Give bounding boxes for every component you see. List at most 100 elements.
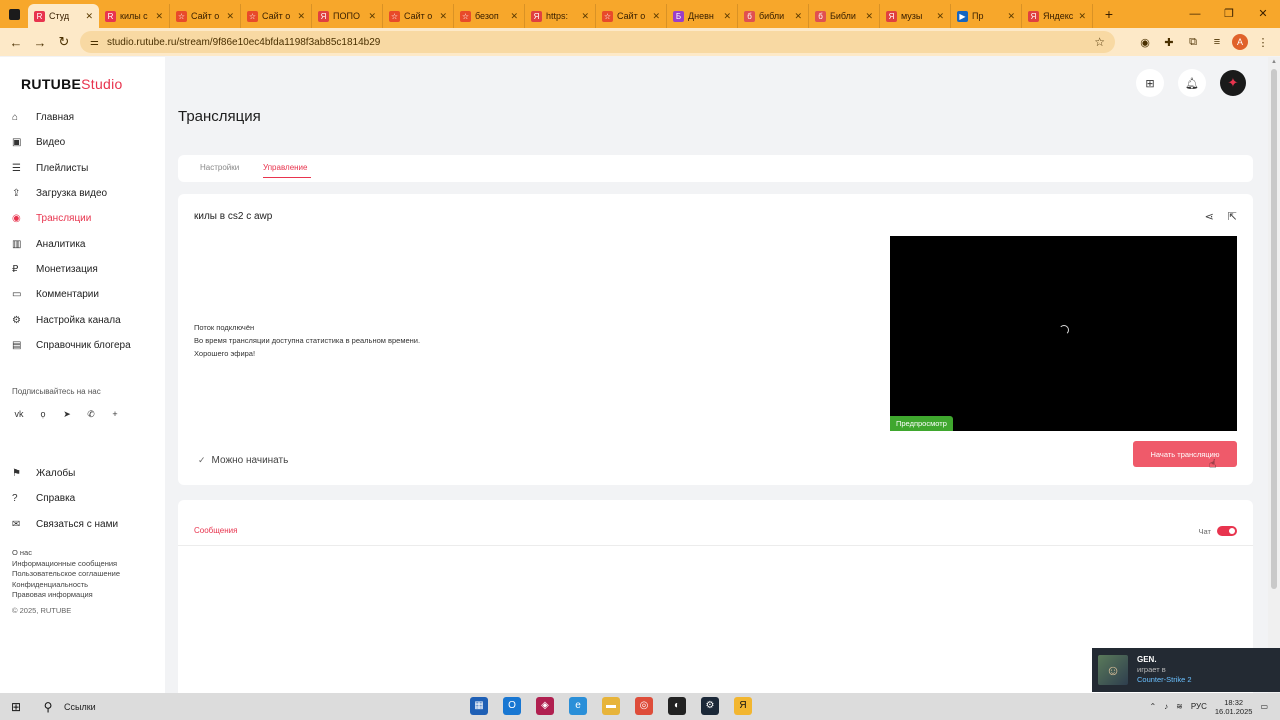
tab-messages[interactable]: Сообщения bbox=[194, 526, 237, 535]
minimize-icon[interactable]: — bbox=[1178, 0, 1212, 28]
app-icon-dark[interactable]: ◐ bbox=[668, 697, 686, 715]
tab-management[interactable]: Управление bbox=[263, 163, 307, 172]
browser-tab[interactable]: ☆ Сайт о ✕ bbox=[383, 4, 454, 28]
profile-avatar[interactable]: A bbox=[1232, 34, 1248, 50]
social-vb-icon[interactable]: ✆ bbox=[84, 407, 98, 421]
address-bar[interactable]: ⚌ studio.rutube.ru/stream/9f86e10ec4bfda… bbox=[80, 31, 1115, 53]
close-window-icon[interactable]: ✕ bbox=[1246, 0, 1280, 28]
browser-tab[interactable]: ▶ Пр ✕ bbox=[951, 4, 1022, 28]
page-scrollbar[interactable]: ▲ ▼ bbox=[1268, 57, 1280, 693]
sidebar-item-channel-settings[interactable]: ⚙ Настройка канала bbox=[12, 307, 162, 332]
sidebar-item-complaints[interactable]: ⚑ Жалобы bbox=[12, 461, 162, 486]
notifications-bell-icon[interactable]: 🔔︎ bbox=[1178, 69, 1206, 97]
sidebar-item-monetization[interactable]: ₽ Монетизация bbox=[12, 257, 162, 282]
chat-toggle-switch[interactable] bbox=[1217, 526, 1237, 536]
reading-list-icon[interactable]: ≡ bbox=[1208, 36, 1226, 48]
share-icon[interactable]: ⋖ bbox=[1205, 210, 1214, 223]
scrollbar-thumb[interactable] bbox=[1271, 69, 1277, 589]
notifications-icon[interactable]: ▭ bbox=[1260, 702, 1268, 711]
tab-close-icon[interactable]: ✕ bbox=[368, 11, 376, 22]
browser-tab[interactable]: Rкилы с ✕ bbox=[99, 4, 170, 28]
browser-tab[interactable]: Ямузы ✕ bbox=[880, 4, 951, 28]
footer-link[interactable]: Конфиденциальность bbox=[12, 580, 120, 591]
forward-icon[interactable]: → bbox=[28, 35, 52, 50]
start-stream-button[interactable]: Начать трансляцию bbox=[1133, 441, 1237, 467]
browser-tab[interactable]: ☆ Сайт о ✕ bbox=[170, 4, 241, 28]
tab-close-icon[interactable]: ✕ bbox=[510, 11, 518, 22]
tab-close-icon[interactable]: ✕ bbox=[1007, 11, 1015, 22]
outlook-app-icon[interactable]: O bbox=[503, 697, 521, 715]
url-text[interactable]: studio.rutube.ru/stream/9f86e10ec4bfda11… bbox=[107, 37, 1094, 48]
sidebar-item-help[interactable]: ? Справка bbox=[12, 486, 162, 511]
tab-close-icon[interactable]: ✕ bbox=[439, 11, 447, 22]
browser-menu-dots-icon[interactable]: ⋮ bbox=[1254, 36, 1272, 49]
steam-app-icon[interactable]: ⚙ bbox=[701, 697, 719, 715]
sidebar-item-blogger-guide[interactable]: ▤ Справочник блогера bbox=[12, 333, 162, 358]
browser-tab[interactable]: б библи ✕ bbox=[738, 4, 809, 28]
preview-player[interactable]: Предпросмотр bbox=[890, 236, 1237, 431]
tab-settings[interactable]: Настройки bbox=[200, 163, 239, 172]
maximize-icon[interactable]: ❐ bbox=[1212, 0, 1246, 28]
extensions-icon[interactable]: ⧉ bbox=[1184, 36, 1202, 49]
site-info-icon[interactable]: ⚌ bbox=[90, 37, 99, 48]
taskbar-search-label[interactable]: Ссылки bbox=[64, 702, 96, 712]
browser-tab[interactable]: б Библи ✕ bbox=[809, 4, 880, 28]
footer-link[interactable]: О нас bbox=[12, 548, 120, 559]
steam-friend-notification[interactable]: ☺ GEN. играет в Counter-Strike 2 bbox=[1092, 648, 1280, 692]
browser-tab[interactable]: ☆ Сайт о ✕ bbox=[241, 4, 312, 28]
browser-tab[interactable]: Б Дневн ✕ bbox=[667, 4, 738, 28]
tab-close-icon[interactable]: ✕ bbox=[865, 11, 873, 22]
tray-chevron-icon[interactable]: ⌃ bbox=[1149, 702, 1156, 711]
taskbar-clock[interactable]: 18:32 16.01.2025 bbox=[1215, 698, 1253, 716]
tab-close-icon[interactable]: ✕ bbox=[936, 11, 944, 22]
browser-tab[interactable]: ☆ безоп ✕ bbox=[454, 4, 525, 28]
sidebar-item-playlists[interactable]: ☰ Плейлисты bbox=[12, 156, 162, 181]
footer-link[interactable]: Информационные сообщения bbox=[12, 559, 120, 570]
tray-wifi-icon[interactable]: ≋ bbox=[1176, 702, 1183, 711]
sidebar-item-streams[interactable]: ◉ Трансляции bbox=[12, 206, 162, 231]
bookmark-star-icon[interactable]: ☆ bbox=[1094, 35, 1105, 49]
browser-app-icon[interactable]: Я bbox=[734, 697, 752, 715]
channel-avatar[interactable]: ✦ bbox=[1220, 70, 1246, 96]
new-tab-button[interactable]: + bbox=[1099, 6, 1119, 22]
tray-language[interactable]: РУС bbox=[1191, 702, 1207, 711]
footer-link[interactable]: Пользовательское соглашение bbox=[12, 569, 120, 580]
open-external-icon[interactable]: ⇱ bbox=[1228, 210, 1237, 223]
tab-close-icon[interactable]: ✕ bbox=[226, 11, 234, 22]
file-explorer-icon[interactable]: ▬ bbox=[602, 697, 620, 715]
reload-icon[interactable]: ↻ bbox=[52, 34, 76, 50]
tab-close-icon[interactable]: ✕ bbox=[723, 11, 731, 22]
sidebar-item-upload[interactable]: ⇪ Загрузка видео bbox=[12, 181, 162, 206]
browser-menu-icon[interactable] bbox=[0, 0, 28, 28]
tab-close-icon[interactable]: ✕ bbox=[1078, 11, 1086, 22]
social-tg-icon[interactable]: ➤ bbox=[60, 407, 74, 421]
chrome-app-icon[interactable]: ◎ bbox=[635, 697, 653, 715]
browser-tab[interactable]: R Студ ✕ bbox=[28, 4, 99, 28]
social-more-icon[interactable]: + bbox=[108, 407, 122, 421]
browser-tab[interactable]: ☆ Сайт о ✕ bbox=[596, 4, 667, 28]
sidebar-item-video[interactable]: ▣ Видео bbox=[12, 130, 162, 155]
tab-close-icon[interactable]: ✕ bbox=[652, 11, 660, 22]
browser-tab[interactable]: Я ПОПО ✕ bbox=[312, 4, 383, 28]
tab-close-icon[interactable]: ✕ bbox=[297, 11, 305, 22]
edge-app-icon[interactable]: e bbox=[569, 697, 587, 715]
tab-close-icon[interactable]: ✕ bbox=[85, 11, 93, 22]
sidebar-item-home[interactable]: ⌂ Главная bbox=[12, 105, 162, 130]
tab-close-icon[interactable]: ✕ bbox=[581, 11, 589, 22]
search-icon[interactable]: ⚲ bbox=[32, 700, 64, 714]
store-app-icon[interactable]: ▦ bbox=[470, 697, 488, 715]
sidebar-item-analytics[interactable]: ▥ Аналитика bbox=[12, 231, 162, 256]
tab-close-icon[interactable]: ✕ bbox=[794, 11, 802, 22]
tab-close-icon[interactable]: ✕ bbox=[155, 11, 163, 22]
social-vk-icon[interactable]: vk bbox=[12, 407, 26, 421]
game-app-icon[interactable]: ◈ bbox=[536, 697, 554, 715]
windows-start-icon[interactable]: ⊞ bbox=[0, 700, 32, 714]
sidebar-item-contact[interactable]: ✉ Связаться с нами bbox=[12, 512, 162, 537]
tray-volume-icon[interactable]: ♪ bbox=[1164, 702, 1168, 711]
extension-puzzle-icon[interactable]: ✚ bbox=[1160, 36, 1178, 49]
browser-tab[interactable]: Я Яндекс ✕ bbox=[1022, 4, 1093, 28]
browser-tab[interactable]: Яhttps: ✕ bbox=[525, 4, 596, 28]
back-icon[interactable]: ← bbox=[4, 35, 28, 50]
footer-link[interactable]: Правовая информация bbox=[12, 590, 120, 601]
scroll-up-icon[interactable]: ▲ bbox=[1268, 59, 1280, 65]
